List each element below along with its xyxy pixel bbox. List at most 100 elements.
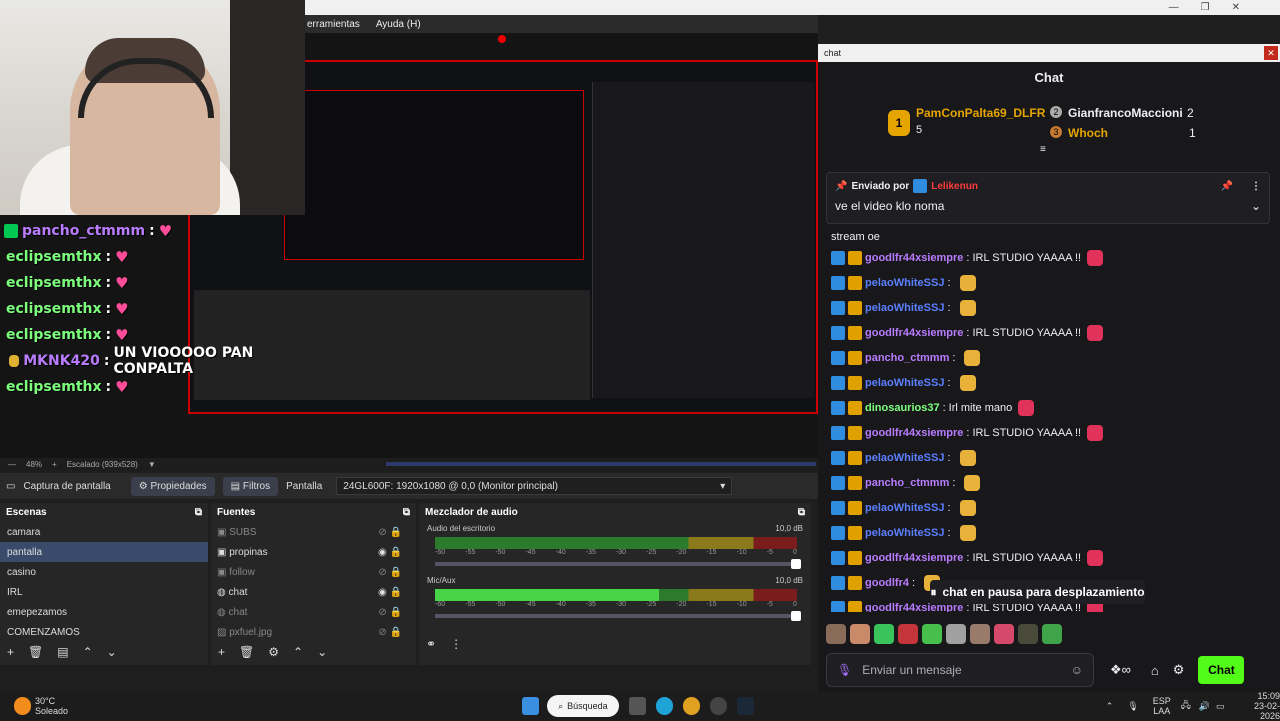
scene-item[interactable]: IRL (0, 582, 208, 602)
language-indicator[interactable]: ESP LAA (1153, 696, 1171, 716)
more-options-icon[interactable]: ⋮ (1251, 181, 1261, 192)
weather-icon[interactable] (14, 697, 31, 715)
chevron-up-icon[interactable]: ⌃ (1106, 701, 1114, 712)
move-up-button[interactable]: ⌃ (83, 645, 93, 659)
volume-icon[interactable]: 🔊 (1199, 701, 1210, 712)
zoom-in-button[interactable]: + (52, 460, 57, 469)
volume-slider[interactable] (435, 611, 801, 621)
emote-icon[interactable] (874, 624, 894, 644)
source-item[interactable]: ▣ follow ⊘ 🔒 (211, 562, 416, 582)
source-item[interactable]: ▨ pxfuel.jpg ⊘ 🔒 (211, 622, 416, 642)
filters-button[interactable]: ▤ Filtros (222, 476, 279, 496)
send-chat-button[interactable]: Chat (1198, 656, 1245, 684)
zoom-out-button[interactable]: — (8, 460, 16, 469)
transform-handle-icon[interactable] (498, 35, 506, 43)
source-item[interactable]: ▣ SUBS ⊘ 🔒 (211, 522, 416, 542)
clock[interactable]: 15:09 23-02-2026 (1237, 691, 1280, 721)
taskbar-search[interactable]: ⌕ Búsqueda (547, 695, 619, 717)
more-options-icon[interactable]: ⋮ (450, 637, 462, 651)
obs-icon[interactable] (709, 697, 727, 715)
channel-points-icon[interactable]: ❖∞ (1110, 662, 1131, 678)
chrome-icon[interactable] (682, 697, 700, 715)
message-username[interactable]: pancho_ctmmm (865, 477, 949, 489)
message-username[interactable]: goodlfr44xsiempre (865, 427, 963, 439)
scene-item[interactable]: casino (0, 562, 208, 582)
message-username[interactable]: pelaoWhiteSSJ (865, 377, 944, 389)
battery-icon[interactable]: ▭ (1216, 701, 1225, 712)
network-icon[interactable]: 🖧 (1181, 698, 1191, 714)
volume-slider[interactable] (435, 559, 801, 569)
message-username[interactable]: goodlfr44xsiempre (865, 327, 963, 339)
remove-source-button[interactable]: 🗑 (239, 645, 254, 659)
task-view-icon[interactable] (628, 697, 646, 715)
visibility-icon[interactable]: ◉ 🔒 (378, 547, 402, 558)
unpin-icon[interactable]: 📌 (1221, 181, 1233, 192)
slider-handle[interactable] (791, 611, 801, 621)
emote-icon[interactable] (922, 624, 942, 644)
leader-2-name[interactable]: GianfrancoMaccioni (1068, 106, 1183, 120)
move-down-button[interactable]: ⌄ (107, 645, 117, 659)
message-username[interactable]: dinosaurios37 (865, 402, 940, 414)
chat-input[interactable]: 🎙 Enviar un mensaje ☺ (826, 653, 1094, 687)
visibility-hidden-icon[interactable]: ⊘ 🔒 (378, 607, 402, 618)
properties-button[interactable]: ⚙ Propiedades (130, 476, 215, 496)
visibility-hidden-icon[interactable]: ⊘ 🔒 (378, 527, 402, 538)
source-item[interactable]: ◍ chat ◉ 🔒 (211, 582, 416, 602)
visibility-hidden-icon[interactable]: ⊘ 🔒 (378, 567, 402, 578)
emote-icon[interactable] (898, 624, 918, 644)
emote-icon[interactable] (970, 624, 990, 644)
minimize-button[interactable]: — (1169, 2, 1179, 13)
emote-icon[interactable] (994, 624, 1014, 644)
chat-messages[interactable]: stream oe goodlfr44xsiempre: IRL STUDIO Y… (826, 228, 1270, 612)
message-username[interactable]: pelaoWhiteSSJ (865, 452, 944, 464)
weather-widget[interactable]: 30°C Soleado (35, 696, 68, 716)
windows-start-icon[interactable] (522, 697, 540, 715)
emote-icon[interactable] (826, 624, 846, 644)
scene-item[interactable]: emepezamos (0, 602, 208, 622)
pinned-by-user[interactable]: Lelikenun (931, 181, 978, 192)
chevron-down-icon[interactable]: ▼ (148, 460, 156, 469)
add-scene-button[interactable]: + (7, 645, 14, 659)
store-icon[interactable]: ⌂ (1151, 663, 1159, 678)
visibility-icon[interactable]: ◉ 🔒 (378, 587, 402, 598)
move-down-button[interactable]: ⌄ (317, 645, 327, 659)
message-username[interactable]: goodlfr44xsiempre (865, 552, 963, 564)
close-icon[interactable]: ✕ (1264, 46, 1278, 60)
message-username[interactable]: goodlfr4 (865, 577, 909, 589)
scene-item[interactable]: camara (0, 522, 208, 542)
maximize-button[interactable]: ❐ (1201, 2, 1210, 13)
link-icon[interactable]: ⚭ (426, 637, 436, 651)
dock-float-icon[interactable]: ⧉ (798, 507, 805, 518)
source-item[interactable]: ▣ propinas ◉ 🔒 (211, 542, 416, 562)
dock-float-icon[interactable]: ⧉ (195, 507, 202, 518)
preview-scrollbar[interactable] (385, 462, 816, 466)
emote-icon[interactable] (850, 624, 870, 644)
scene-item[interactable]: pantalla (0, 542, 208, 562)
message-username[interactable]: pancho_ctmmm (865, 352, 949, 364)
filter-icon[interactable]: ▤ (57, 645, 68, 659)
leader-1-name[interactable]: PamConPalta69_DLFR (916, 106, 1045, 120)
edge-icon[interactable] (655, 697, 673, 715)
emote-icon[interactable] (946, 624, 966, 644)
message-username[interactable]: pelaoWhiteSSJ (865, 502, 944, 514)
gear-icon[interactable]: ⚙ (268, 645, 279, 659)
add-source-button[interactable]: + (218, 645, 225, 659)
chat-paused-banner[interactable]: ⏸ chat en pausa para desplazamiento (930, 580, 1145, 604)
display-select[interactable]: 24GL600F: 1920x1080 @ 0,0 (Monitor princ… (336, 477, 733, 495)
dock-float-icon[interactable]: ⧉ (403, 507, 410, 518)
message-username[interactable]: goodlfr44xsiempre (865, 252, 963, 264)
emote-icon[interactable] (1042, 624, 1062, 644)
move-up-button[interactable]: ⌃ (293, 645, 303, 659)
visibility-hidden-icon[interactable]: ⊘ 🔒 (378, 627, 402, 638)
message-username[interactable]: pelaoWhiteSSJ (865, 277, 944, 289)
leader-3-name[interactable]: Whoch (1068, 126, 1108, 140)
slider-handle[interactable] (791, 559, 801, 569)
emoji-icon[interactable]: ☺ (1071, 663, 1083, 677)
expand-leaderboard-icon[interactable]: ≡ (1040, 144, 1046, 155)
message-username[interactable]: pelaoWhiteSSJ (865, 527, 944, 539)
mic-tray-icon[interactable]: 🎙 (1127, 701, 1138, 712)
chevron-down-icon[interactable]: ⌄ (1251, 199, 1261, 213)
scene-item[interactable]: COMENZAMOS (0, 622, 208, 642)
gear-icon[interactable]: ⚙ (1173, 662, 1185, 678)
steam-icon[interactable] (736, 697, 754, 715)
